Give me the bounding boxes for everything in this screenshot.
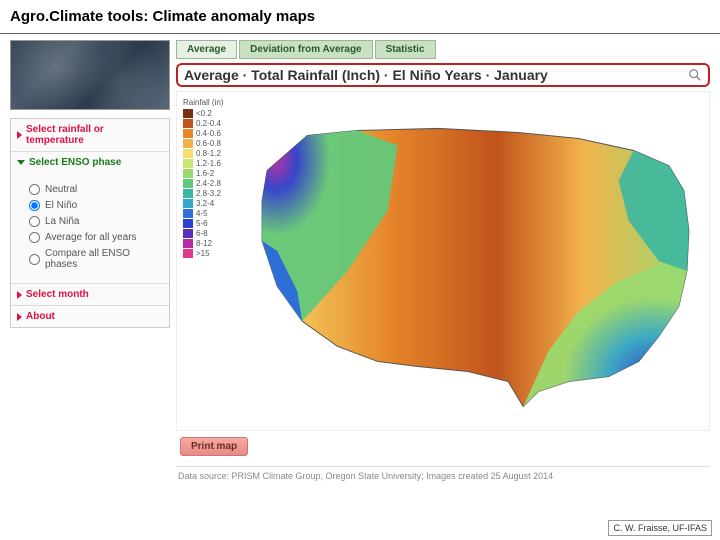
legend-row: 0.2-0.4 (183, 119, 237, 128)
legend-swatch (183, 209, 193, 218)
legend-swatch (183, 189, 193, 198)
radio-elnino[interactable]: El Niño (29, 200, 161, 211)
legend-row: <0.2 (183, 109, 237, 118)
legend-row: 1.6-2 (183, 169, 237, 178)
legend-swatch (183, 229, 193, 238)
legend-row: 2.8-3.2 (183, 189, 237, 198)
legend-row: 8-12 (183, 239, 237, 248)
legend-row: 2.4-2.8 (183, 179, 237, 188)
legend-label: 0.2-0.4 (196, 119, 221, 128)
legend-label: 0.4-0.6 (196, 129, 221, 138)
chevron-right-icon (17, 313, 22, 321)
legend-label: 6-8 (196, 229, 208, 238)
radio-neutral[interactable]: Neutral (29, 184, 161, 195)
sidebar-accordion: Select rainfall or temperature Select EN… (10, 118, 170, 328)
legend-swatch (183, 129, 193, 138)
legend-swatch (183, 179, 193, 188)
legend-swatch (183, 149, 193, 158)
radio-lanina[interactable]: La Niña (29, 216, 161, 227)
legend-label: 0.8-1.2 (196, 149, 221, 158)
page-title: Agro.Climate tools: Climate anomaly maps (0, 0, 720, 34)
acc-body-enso: Neutral El Niño La Niña Average for all … (11, 173, 169, 283)
legend-label: 2.8-3.2 (196, 189, 221, 198)
legend-swatch (183, 159, 193, 168)
acc-item-enso: Select ENSO phase Neutral El Niño La Niñ… (11, 152, 169, 284)
legend-row: 5-6 (183, 219, 237, 228)
map-area: Rainfall (in) <0.20.2-0.40.4-0.60.6-0.80… (176, 91, 710, 431)
acc-label: Select rainfall or temperature (26, 124, 163, 146)
legend-swatch (183, 219, 193, 228)
acc-head-rainfall-temp[interactable]: Select rainfall or temperature (11, 119, 169, 151)
acc-item-rainfall-temp: Select rainfall or temperature (11, 119, 169, 152)
map-subtitle: Average · Total Rainfall (Inch) · El Niñ… (184, 67, 548, 83)
sidebar: Select rainfall or temperature Select EN… (10, 40, 170, 485)
legend-label: 1.2-1.6 (196, 159, 221, 168)
credit-text: C. W. Fraisse, UF-IFAS (608, 520, 712, 536)
chevron-right-icon (17, 291, 22, 299)
acc-item-month: Select month (11, 284, 169, 306)
legend-row: >15 (183, 249, 237, 258)
legend-row: 6-8 (183, 229, 237, 238)
subtitle-bar: Average · Total Rainfall (Inch) · El Niñ… (176, 63, 710, 87)
chevron-down-icon (17, 160, 25, 165)
legend-swatch (183, 119, 193, 128)
acc-head-about[interactable]: About (11, 306, 169, 327)
legend-label: 4-5 (196, 209, 208, 218)
legend-swatch (183, 239, 193, 248)
acc-label: About (26, 311, 55, 322)
chevron-right-icon (17, 131, 22, 139)
us-rainfall-map (237, 92, 709, 430)
tab-statistic[interactable]: Statistic (375, 40, 436, 59)
legend-swatch (183, 199, 193, 208)
acc-label: Select ENSO phase (29, 157, 121, 168)
legend-row: 3.2-4 (183, 199, 237, 208)
legend-label: 1.6-2 (196, 169, 214, 178)
acc-head-month[interactable]: Select month (11, 284, 169, 305)
print-map-button[interactable]: Print map (180, 437, 248, 456)
tab-average[interactable]: Average (176, 40, 237, 59)
legend-swatch (183, 169, 193, 178)
legend-title: Rainfall (in) (183, 98, 237, 107)
legend-label: 3.2-4 (196, 199, 214, 208)
acc-head-enso[interactable]: Select ENSO phase (11, 152, 169, 173)
data-source-text: Data source: PRISM Climate Group, Oregon… (176, 466, 710, 485)
sidebar-thumbnail (10, 40, 170, 110)
radio-compare[interactable]: Compare all ENSO phases (29, 248, 161, 270)
acc-item-about: About (11, 306, 169, 327)
legend-row: 0.8-1.2 (183, 149, 237, 158)
radio-avg-all[interactable]: Average for all years (29, 232, 161, 243)
search-icon[interactable] (688, 68, 702, 82)
map-legend: Rainfall (in) <0.20.2-0.40.4-0.60.6-0.80… (177, 92, 237, 430)
acc-label: Select month (26, 289, 89, 300)
content-area: Average Deviation from Average Statistic… (176, 40, 710, 485)
tab-deviation[interactable]: Deviation from Average (239, 40, 373, 59)
tabs: Average Deviation from Average Statistic (176, 40, 710, 59)
legend-row: 0.6-0.8 (183, 139, 237, 148)
legend-label: 2.4-2.8 (196, 179, 221, 188)
legend-label: <0.2 (196, 109, 212, 118)
legend-row: 0.4-0.6 (183, 129, 237, 138)
legend-row: 1.2-1.6 (183, 159, 237, 168)
legend-swatch (183, 139, 193, 148)
legend-label: 0.6-0.8 (196, 139, 221, 148)
legend-label: 8-12 (196, 239, 212, 248)
legend-swatch (183, 249, 193, 258)
legend-swatch (183, 109, 193, 118)
legend-label: >15 (196, 249, 210, 258)
legend-row: 4-5 (183, 209, 237, 218)
legend-label: 5-6 (196, 219, 208, 228)
main-layout: Select rainfall or temperature Select EN… (0, 34, 720, 485)
